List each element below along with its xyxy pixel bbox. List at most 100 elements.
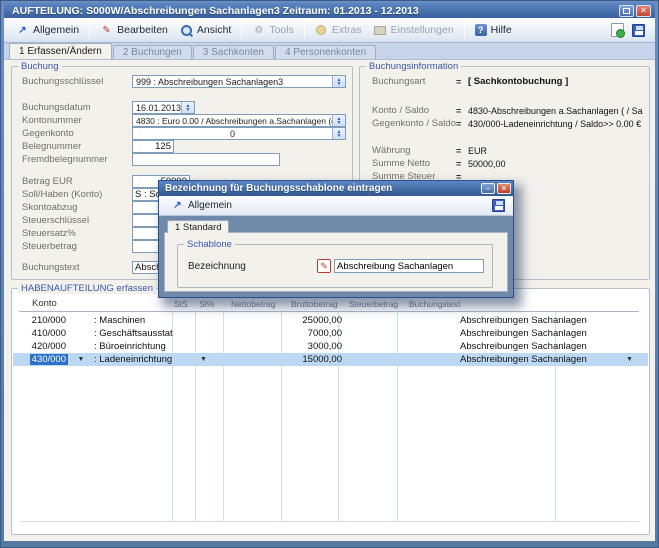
table-row-selected[interactable]: 430/000 ▼ : Ladeneinrichtung ▼ 15000,00 …	[13, 353, 648, 366]
group-caption: Buchungsinformation	[366, 61, 461, 72]
dialog-page: Schablone Bezeichnung ✎	[164, 232, 508, 292]
restore-button[interactable]	[619, 5, 634, 17]
tab-sachkonten[interactable]: 3 Sachkonten	[193, 45, 274, 59]
menu-separator	[304, 22, 305, 38]
dialog-close-button[interactable]: ✕	[497, 183, 511, 194]
menu-extras[interactable]: Extras	[309, 22, 368, 39]
group-caption: Buchung	[18, 61, 62, 72]
fremdbelegnummer-input[interactable]	[132, 153, 280, 166]
spinner-icon[interactable]	[332, 115, 345, 126]
column-header-stp[interactable]: St%	[199, 299, 215, 309]
new-document-icon[interactable]	[611, 23, 624, 37]
cell-buchungstext: Abschreibungen Sachanlagen	[460, 328, 606, 339]
equals-bullet: =	[456, 159, 468, 169]
menu-einstellungen[interactable]: Einstellungen	[368, 22, 460, 39]
field-buchungsschluessel: Buchungsschlüssel 999 : Abschreibungen S…	[22, 75, 346, 88]
dialog-tab-standard[interactable]: 1 Standard	[167, 220, 229, 233]
equals-bullet: =	[456, 106, 468, 116]
buchungsschluessel-combo[interactable]: 999 : Abschreibungen Sachanlagen3	[132, 75, 346, 88]
menu-label: Bearbeiten	[117, 24, 168, 36]
dialog-minimize-button[interactable]: –	[481, 183, 495, 194]
content-area: Buchung Buchungsschlüssel 999 : Abschrei…	[4, 59, 655, 541]
menu-label: Ansicht	[197, 24, 231, 36]
close-button[interactable]: ✕	[636, 5, 651, 17]
menu-label: Allgemein	[33, 24, 79, 36]
dialog-titlebar: Bezeichnung für Buchungsschablone eintra…	[159, 181, 513, 196]
field-label: Skontoabzug	[22, 202, 132, 213]
cell-name: : Maschinen	[94, 315, 200, 326]
field-label: Belegnummer	[22, 141, 132, 152]
header-divider	[19, 311, 639, 312]
dialog-menu-allgemein[interactable]: ↗ Allgemein	[167, 198, 236, 213]
menubar: ↗ Allgemein ✎ Bearbeiten Ansicht ⚙ Tools…	[4, 18, 655, 43]
menu-allgemein[interactable]: ↗ Allgemein	[10, 22, 85, 39]
column-header-sts[interactable]: StS	[174, 299, 188, 309]
menu-tools[interactable]: ⚙ Tools	[246, 22, 300, 39]
field-kontonummer: Kontonummer 4830 : Euro 0.00 / Abschreib…	[22, 114, 346, 127]
field-gegenkonto: Gegenkonto 0	[22, 127, 346, 140]
dropdown-arrow-icon[interactable]: ▼	[200, 356, 230, 363]
cell-name: : Ladeneinrichtung	[94, 354, 200, 365]
menu-bearbeiten[interactable]: ✎ Bearbeiten	[94, 22, 174, 39]
menu-hilfe[interactable]: ? Hilfe	[469, 22, 518, 38]
restore-icon	[623, 8, 630, 14]
column-header-brutto[interactable]: Bruttobetrag	[291, 299, 338, 309]
dialog-toolbar: ↗ Allgemein	[159, 196, 513, 216]
dialog-save-icon[interactable]	[492, 199, 505, 212]
edit-pencil-icon[interactable]: ✎	[317, 259, 331, 273]
menu-separator	[241, 22, 242, 38]
menu-ansicht[interactable]: Ansicht	[174, 22, 237, 39]
field-label: Steuerschlüssel	[22, 215, 132, 226]
cell-buchungstext: Abschreibungen Sachanlagen	[460, 341, 606, 352]
spinner-icon[interactable]	[332, 76, 345, 87]
menu-label: Einstellungen	[391, 24, 454, 36]
combo-value: 999 : Abschreibungen Sachanlagen3	[133, 77, 299, 87]
column-header-konto[interactable]: Konto	[32, 298, 57, 309]
folder-icon	[374, 24, 387, 37]
cell-netto: 25000,00	[284, 315, 342, 326]
cell-name: : Geschäftsausstat	[94, 328, 200, 339]
belegnummer-input[interactable]	[132, 140, 174, 153]
field-label: Kontonummer	[22, 115, 132, 126]
group-schablone: Schablone Bezeichnung ✎	[177, 244, 493, 288]
tabbar: 1 Erfassen/Ändern 2 Buchungen 3 Sachkont…	[4, 43, 655, 59]
bezeichnung-input[interactable]	[334, 259, 484, 273]
window-title: AUFTEILUNG: S000W/Abschreibungen Sachanl…	[12, 5, 617, 17]
field-fremdbelegnummer: Fremdbelegnummer	[22, 153, 346, 166]
dropdown-arrow-icon[interactable]: ▼	[68, 356, 94, 363]
column-header-steuer[interactable]: Steuerbetrag	[349, 299, 398, 309]
save-icon[interactable]	[632, 24, 645, 37]
table-row[interactable]: 410/000 : Geschäftsausstat 7000,00 Absch…	[13, 327, 648, 340]
combo-value: 4830 : Euro 0.00 / Abschreibungen a.Sach…	[133, 116, 345, 126]
group-habenaufteilung: HABENAUFTEILUNG erfassen Konto StS St% N…	[11, 288, 650, 535]
table-row[interactable]: 210/000 : Maschinen 25000,00 Abschreibun…	[13, 314, 648, 327]
extras-icon	[315, 24, 328, 37]
info-row-summe-netto: Summe Netto = 50000,00	[372, 157, 643, 170]
footer-line	[20, 521, 639, 522]
gegenkonto-combo[interactable]: 0	[132, 127, 346, 140]
tab-personenkonten[interactable]: 4 Personenkonten	[275, 45, 376, 59]
kontonummer-combo[interactable]: 4830 : Euro 0.00 / Abschreibungen a.Sach…	[132, 114, 346, 127]
app-window: AUFTEILUNG: S000W/Abschreibungen Sachanl…	[0, 0, 659, 548]
buchungsdatum-input[interactable]: 16.01.2013 /Mi	[132, 101, 195, 114]
info-row-waehrung: Währung = EUR	[372, 144, 643, 157]
menu-separator	[464, 22, 465, 38]
table-row[interactable]: 420/000 : Büroeinrichtung 3000,00 Abschr…	[13, 340, 648, 353]
spinner-icon[interactable]	[181, 102, 194, 113]
menu-label: Allgemein	[188, 200, 232, 211]
tab-erfassen-aendern[interactable]: 1 Erfassen/Ändern	[9, 43, 112, 59]
tab-buchungen[interactable]: 2 Buchungen	[113, 45, 192, 59]
column-header-netto[interactable]: Nettobetrag	[231, 299, 275, 309]
equals-bullet: =	[456, 77, 468, 87]
column-header-text[interactable]: Buchungstext	[409, 299, 461, 309]
dropdown-arrow-icon[interactable]: ▼	[626, 356, 646, 363]
edit-icon: ✎	[100, 24, 113, 37]
menu-separator	[89, 22, 90, 38]
cell-name: : Büroeinrichtung	[94, 341, 200, 352]
cell-konto: 430/000	[30, 354, 68, 365]
jump-arrow-icon: ↗	[171, 199, 184, 212]
field-label: Buchungsschlüssel	[22, 76, 132, 87]
spinner-icon[interactable]	[332, 128, 345, 139]
cell-netto: 7000,00	[284, 328, 342, 339]
window-titlebar: AUFTEILUNG: S000W/Abschreibungen Sachanl…	[4, 3, 655, 18]
